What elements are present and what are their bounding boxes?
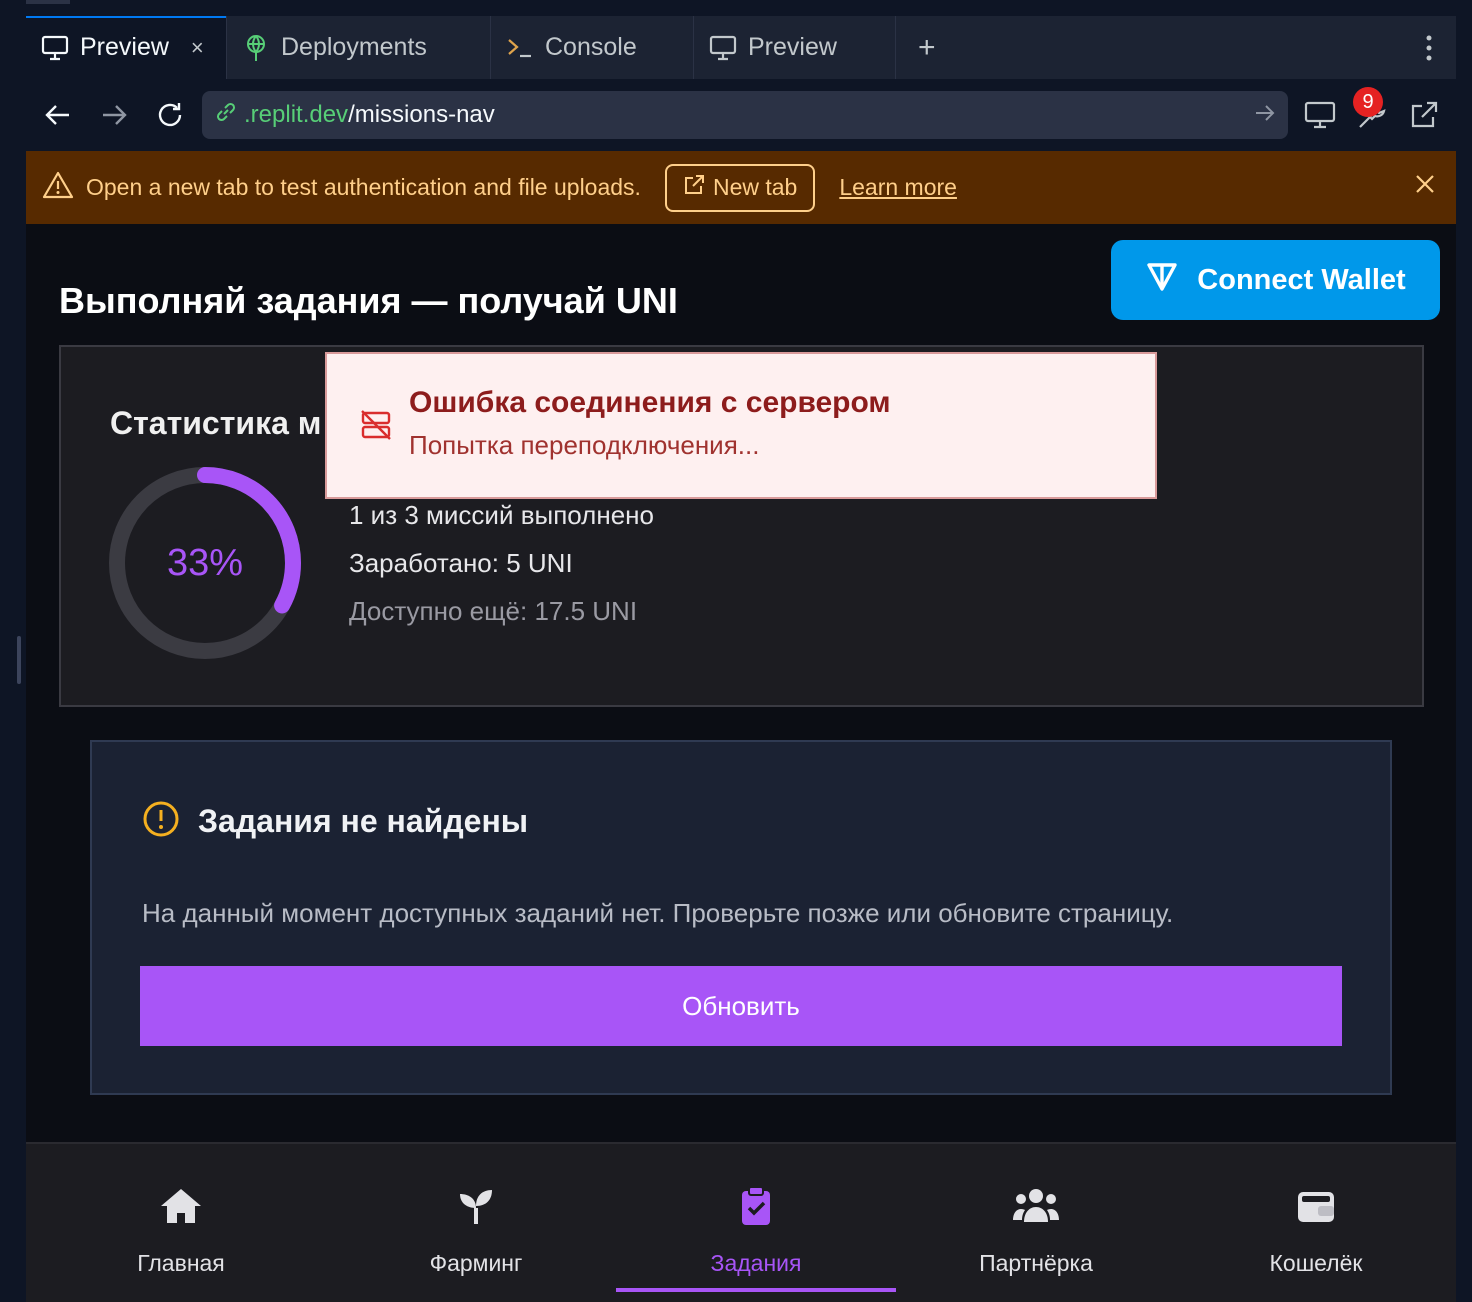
auth-warning-banner: Open a new tab to test authentication an… — [26, 151, 1456, 224]
back-button[interactable] — [30, 104, 86, 126]
wallet-icon — [1294, 1186, 1338, 1232]
url-path: /missions-nav — [348, 101, 495, 128]
connect-wallet-label: Connect Wallet — [1197, 263, 1406, 296]
monitor-icon — [40, 33, 70, 63]
refresh-button[interactable]: Обновить — [140, 966, 1342, 1046]
tab-label: Preview — [748, 33, 837, 61]
close-icon[interactable]: × — [191, 35, 204, 61]
earned-text: Заработано: 5 UNI — [349, 548, 573, 578]
open-external-icon[interactable] — [1406, 97, 1442, 133]
toast-title: Ошибка соединения с сервером — [409, 386, 891, 419]
devtools-badge: 9 — [1353, 87, 1383, 117]
available-text: Доступно ещё: 17.5 UNI — [349, 596, 638, 626]
banner-message: Open a new tab to test authentication an… — [86, 174, 641, 200]
url-input[interactable]: .replit.dev/missions-nav — [202, 91, 1288, 139]
alert-circle-icon — [142, 800, 180, 843]
clipboard-check-icon — [734, 1186, 778, 1232]
empty-title: Задания не найдены — [198, 803, 529, 839]
nav-item-wallet[interactable]: Кошелёк — [1176, 1144, 1456, 1302]
page-title: Выполняй задания — получай UNI — [59, 280, 678, 321]
new-tab-button[interactable]: New tab — [664, 163, 816, 212]
devices-icon[interactable] — [1302, 97, 1338, 133]
terminal-icon — [505, 33, 535, 63]
home-icon — [159, 1186, 203, 1232]
bottom-nav: Главная Фарминг Задания Партнёрка Кошелё… — [26, 1142, 1456, 1302]
tab-deployments[interactable]: Deployments — [227, 16, 491, 79]
tab-preview[interactable]: Preview — [694, 16, 896, 79]
tab-bar: Preview × Deployments Console Preview + — [26, 16, 1456, 79]
nav-label: Главная — [137, 1250, 225, 1276]
server-off-icon — [359, 408, 393, 447]
warning-triangle-icon — [42, 171, 74, 205]
learn-more-link[interactable]: Learn more — [839, 174, 957, 201]
forward-button[interactable] — [86, 104, 142, 126]
nav-label: Партнёрка — [979, 1250, 1093, 1276]
ton-logo-icon — [1145, 259, 1179, 301]
sprout-icon — [454, 1186, 498, 1232]
resize-handle[interactable] — [17, 636, 21, 684]
users-icon — [1012, 1186, 1060, 1232]
tab-label: Deployments — [281, 33, 427, 61]
nav-label: Кошелёк — [1269, 1250, 1363, 1276]
empty-description: На данный момент доступных заданий нет. … — [142, 898, 1174, 928]
nav-item-farming[interactable]: Фарминг — [336, 1144, 616, 1302]
stats-title: Статистика м — [110, 405, 322, 441]
connect-wallet-button[interactable]: Connect Wallet — [1111, 240, 1440, 320]
url-host: .replit.dev — [244, 101, 349, 128]
nav-label: Задания — [710, 1250, 802, 1276]
more-options-icon[interactable] — [1402, 16, 1456, 79]
external-link-icon — [683, 174, 705, 202]
right-panel-edge — [1456, 0, 1472, 1302]
nav-item-missions[interactable]: Задания — [616, 1144, 896, 1302]
reload-button[interactable] — [142, 100, 198, 130]
missions-completed-text: 1 из 3 миссий выполнено — [349, 500, 654, 530]
monitor-icon — [708, 33, 738, 63]
progress-percent: 33% — [166, 541, 244, 584]
connection-error-toast: Ошибка соединения с сервером Попытка пер… — [325, 352, 1157, 499]
tab-console[interactable]: Console — [491, 16, 694, 79]
deployments-icon — [241, 33, 271, 63]
link-icon — [214, 100, 238, 131]
empty-missions-card: Задания не найдены На данный момент дост… — [90, 740, 1392, 1095]
tab-label: Preview — [80, 33, 169, 61]
nav-label: Фарминг — [429, 1250, 523, 1276]
new-tab-label: New tab — [712, 174, 798, 200]
tab-preview-active[interactable]: Preview × — [26, 16, 227, 79]
preview-pane: Preview × Deployments Console Preview + — [26, 16, 1456, 1302]
toast-subtitle: Попытка переподключения... — [409, 430, 760, 460]
empty-header: Задания не найдены — [142, 800, 528, 843]
go-arrow-icon[interactable] — [1254, 101, 1276, 129]
address-bar-row: .replit.dev/missions-nav 9 — [26, 79, 1456, 151]
nav-item-home[interactable]: Главная — [26, 1144, 336, 1302]
close-icon[interactable] — [1414, 173, 1436, 201]
left-panel-edge — [0, 0, 26, 1302]
nav-item-partners[interactable]: Партнёрка — [896, 1144, 1176, 1302]
tab-label: Console — [545, 33, 637, 61]
add-tab-button[interactable]: + — [896, 16, 958, 79]
app-viewport: Выполняй задания — получай UNI Connect W… — [26, 224, 1456, 1302]
outer-top-bar — [0, 0, 1472, 16]
